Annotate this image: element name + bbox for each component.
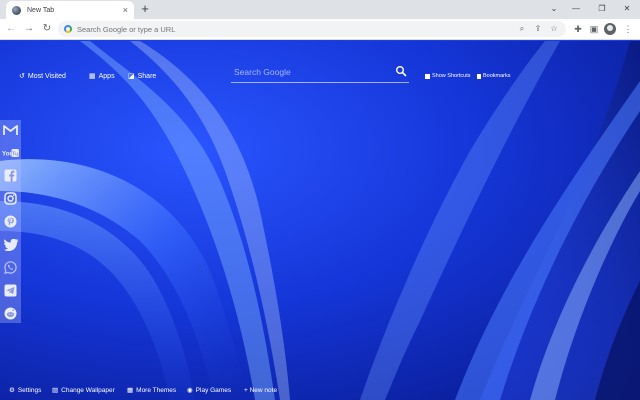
google-icon bbox=[64, 25, 72, 33]
bookmark-star-icon[interactable]: ☆ bbox=[548, 21, 560, 37]
new-note-label: + New note bbox=[244, 386, 278, 394]
profile-avatar[interactable] bbox=[604, 23, 616, 35]
zoom-icon[interactable]: ⌕ bbox=[516, 21, 528, 37]
settings-label: Settings bbox=[17, 386, 42, 394]
omnibox[interactable]: ⌕ ⇪ ☆ bbox=[58, 21, 566, 37]
apps-label: Apps bbox=[98, 72, 115, 80]
apps-grid-icon: ▦ bbox=[89, 73, 96, 80]
back-icon[interactable]: ← bbox=[4, 22, 18, 36]
chrome-favicon-icon bbox=[12, 5, 21, 15]
browser-toolbar: ← → ↻ ⌕ ⇪ ☆ ✚ ▣ ⋮ bbox=[0, 19, 640, 40]
share-label: Share bbox=[137, 72, 157, 80]
bookmark-icon bbox=[477, 73, 481, 79]
facebook-icon[interactable] bbox=[2, 167, 19, 184]
tab-title: New Tab bbox=[27, 6, 55, 14]
history-icon: ↺ bbox=[19, 73, 25, 80]
side-panel-icon[interactable]: ▣ bbox=[588, 23, 600, 35]
tab-close-icon[interactable]: × bbox=[123, 5, 128, 15]
most-visited-label: Most Visited bbox=[27, 72, 66, 80]
shortcuts-icon bbox=[425, 73, 430, 79]
new-tab-button[interactable]: + bbox=[138, 2, 152, 16]
new-note-button[interactable]: + New note bbox=[244, 385, 277, 395]
social-sidebar: YouTub bbox=[0, 120, 21, 323]
reddit-icon[interactable] bbox=[2, 305, 19, 322]
change-wallpaper-link[interactable]: ▨ Change Wallpaper bbox=[52, 385, 115, 395]
themes-grid-icon: ▦ bbox=[127, 387, 134, 394]
search-icon[interactable] bbox=[395, 65, 407, 77]
share-page-icon[interactable]: ⇪ bbox=[532, 21, 544, 37]
search-box bbox=[231, 63, 409, 83]
change-wallpaper-label: Change Wallpaper bbox=[61, 386, 115, 394]
show-shortcuts-label: Show Shortcuts bbox=[432, 73, 471, 79]
youtube-icon[interactable]: YouTub bbox=[2, 144, 19, 161]
tab-search-icon[interactable]: ⌄ bbox=[543, 2, 565, 16]
more-themes-link[interactable]: ▦ More Themes bbox=[127, 385, 176, 395]
svg-text:Tub: Tub bbox=[12, 151, 19, 157]
search-input[interactable] bbox=[234, 67, 384, 77]
address-bar-input[interactable] bbox=[77, 24, 560, 34]
play-games-link[interactable]: ◉ Play Games bbox=[187, 385, 231, 395]
forward-icon[interactable]: → bbox=[22, 22, 36, 36]
extensions-icon[interactable]: ✚ bbox=[572, 23, 584, 35]
reload-icon[interactable]: ↻ bbox=[40, 22, 54, 36]
gmail-icon[interactable] bbox=[2, 122, 19, 139]
image-icon: ▨ bbox=[52, 387, 59, 394]
window-close-icon[interactable]: ✕ bbox=[616, 2, 638, 16]
settings-link[interactable]: ⚙ Settings bbox=[9, 385, 41, 395]
whatsapp-icon[interactable] bbox=[2, 259, 19, 276]
tab-strip: New Tab × + ⌄ — ❐ ✕ bbox=[0, 0, 640, 19]
telegram-icon[interactable] bbox=[2, 282, 19, 299]
wallpaper bbox=[0, 41, 640, 400]
minimize-icon[interactable]: — bbox=[565, 2, 587, 16]
most-visited-link[interactable]: ↺ Most Visited bbox=[19, 70, 66, 82]
pinterest-icon[interactable] bbox=[2, 213, 19, 230]
twitter-icon[interactable] bbox=[2, 236, 19, 253]
instagram-icon[interactable] bbox=[2, 190, 19, 207]
play-games-label: Play Games bbox=[195, 386, 232, 394]
menu-kebab-icon[interactable]: ⋮ bbox=[622, 23, 634, 35]
tab-new-tab[interactable]: New Tab × bbox=[6, 1, 134, 19]
apps-link[interactable]: ▦ Apps bbox=[89, 70, 115, 82]
restore-icon[interactable]: ❐ bbox=[591, 2, 613, 16]
show-shortcuts-link[interactable]: Show Shortcuts bbox=[425, 71, 471, 81]
gamepad-icon: ◉ bbox=[187, 387, 193, 394]
bookmarks-link[interactable]: Bookmarks bbox=[477, 71, 511, 81]
share-link[interactable]: ◪ Share bbox=[128, 70, 156, 82]
new-tab-page: ↺ Most Visited ▦ Apps ◪ Share Show Short… bbox=[0, 41, 640, 400]
bookmarks-label: Bookmarks bbox=[483, 73, 511, 79]
settings-gear-icon: ⚙ bbox=[9, 387, 15, 394]
share-icon: ◪ bbox=[128, 73, 135, 80]
more-themes-label: More Themes bbox=[136, 386, 177, 394]
